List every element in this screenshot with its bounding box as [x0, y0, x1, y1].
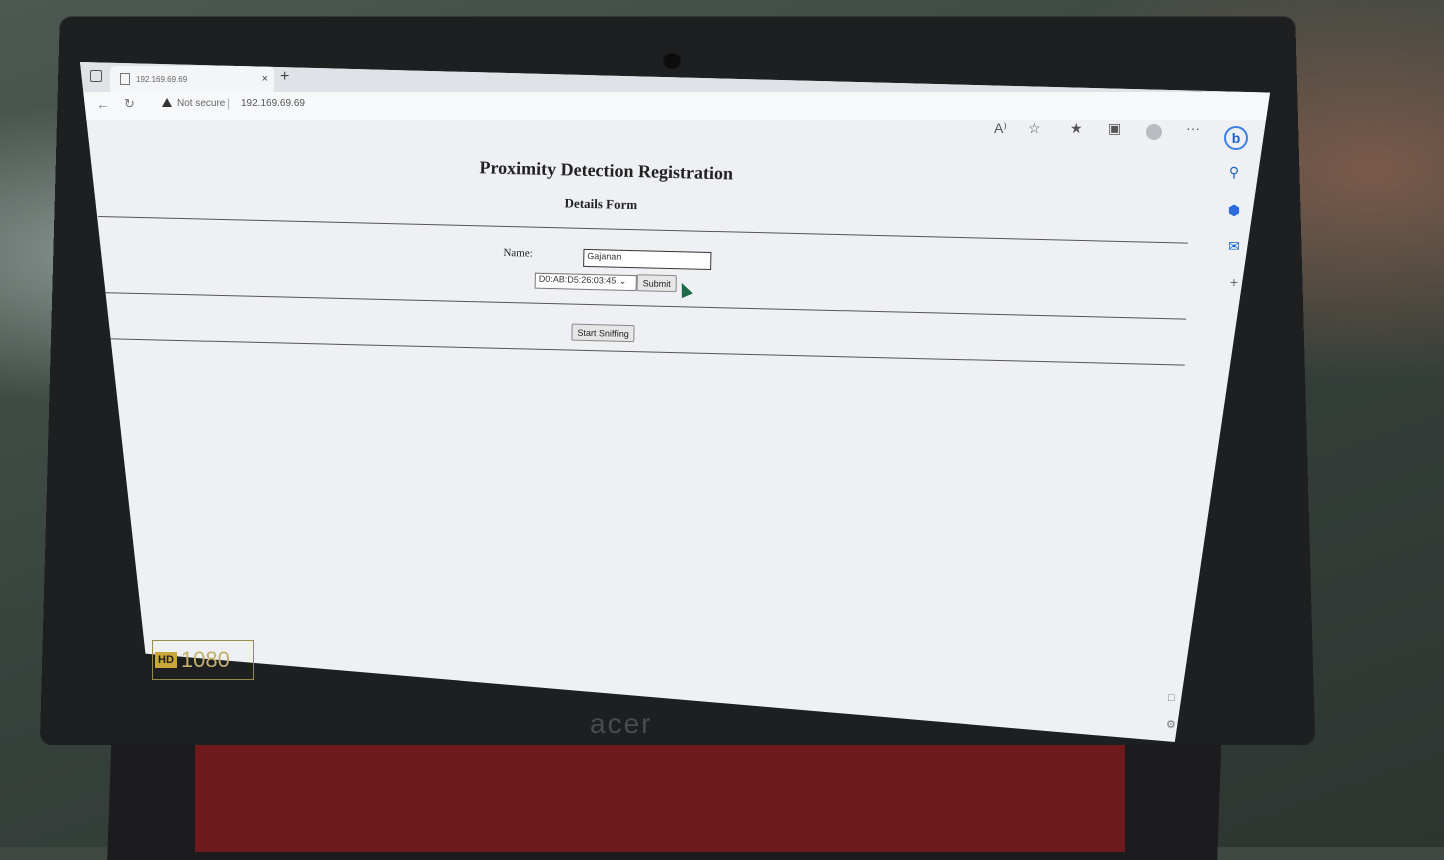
reload-icon[interactable]: ↻	[124, 96, 135, 112]
bing-icon[interactable]: b	[1224, 126, 1248, 150]
address-url[interactable]: 192.169.69.69	[241, 98, 305, 109]
tab-close-icon[interactable]: ×	[262, 73, 268, 85]
webcam	[663, 53, 681, 69]
new-tab-button[interactable]: +	[280, 68, 289, 86]
name-input[interactable]: Gajanan	[583, 248, 712, 270]
search-icon[interactable]: ⚲	[1224, 162, 1244, 182]
favorites-icon[interactable]: ★	[1070, 120, 1083, 137]
warning-icon[interactable]	[162, 98, 172, 107]
page-icon	[120, 73, 130, 85]
more-menu-icon[interactable]: ···	[1186, 120, 1200, 136]
name-label: Name:	[503, 246, 533, 260]
tab-current[interactable]: 192.169.69.69 ×	[110, 66, 274, 92]
form-subtitle: Details Form	[564, 195, 638, 213]
device-select-value: D0:AB:D5:26:03:45	[538, 273, 617, 286]
read-aloud-icon[interactable]: A⁾	[994, 120, 1007, 137]
divider-top	[98, 215, 1188, 244]
back-icon[interactable]: ←	[96, 96, 110, 112]
tab-title: 192.169.69.69	[136, 74, 188, 84]
browser-window: 192.169.69.69 × + — ❐ ✕ ← ↻ Not secure |…	[80, 62, 1270, 742]
submit-button[interactable]: Submit	[636, 274, 677, 293]
mouse-cursor-icon	[676, 280, 693, 299]
collections-icon[interactable]: ▣	[1108, 120, 1121, 137]
address-bar: ← ↻ Not secure | 192.169.69.69	[80, 92, 1270, 120]
device-select[interactable]: D0:AB:D5:26:03:45 ⌄	[534, 272, 637, 292]
laptop-brand-logo: acer	[590, 708, 653, 739]
hd-label: HD	[155, 652, 177, 668]
outlook-icon[interactable]: ✉	[1224, 236, 1244, 256]
add-favorite-icon[interactable]: ☆	[1028, 120, 1041, 137]
divider-bottom	[95, 337, 1185, 366]
resolution-label: 1080	[180, 647, 230, 672]
tab-actions-icon[interactable]	[90, 70, 102, 82]
start-sniffing-button[interactable]: Start Sniffing	[571, 323, 636, 343]
page-title: Proximity Detection Registration	[479, 157, 734, 184]
divider-middle	[96, 291, 1187, 320]
add-sidebar-app-icon[interactable]: +	[1224, 272, 1244, 292]
chevron-down-icon: ⌄	[618, 275, 627, 286]
full-hd-badge: HD 1080	[152, 640, 254, 680]
profile-avatar-icon[interactable]	[1146, 124, 1162, 140]
shopping-icon[interactable]: ⬢	[1224, 200, 1244, 220]
security-status[interactable]: Not secure	[177, 98, 225, 109]
address-separator: |	[227, 96, 231, 110]
